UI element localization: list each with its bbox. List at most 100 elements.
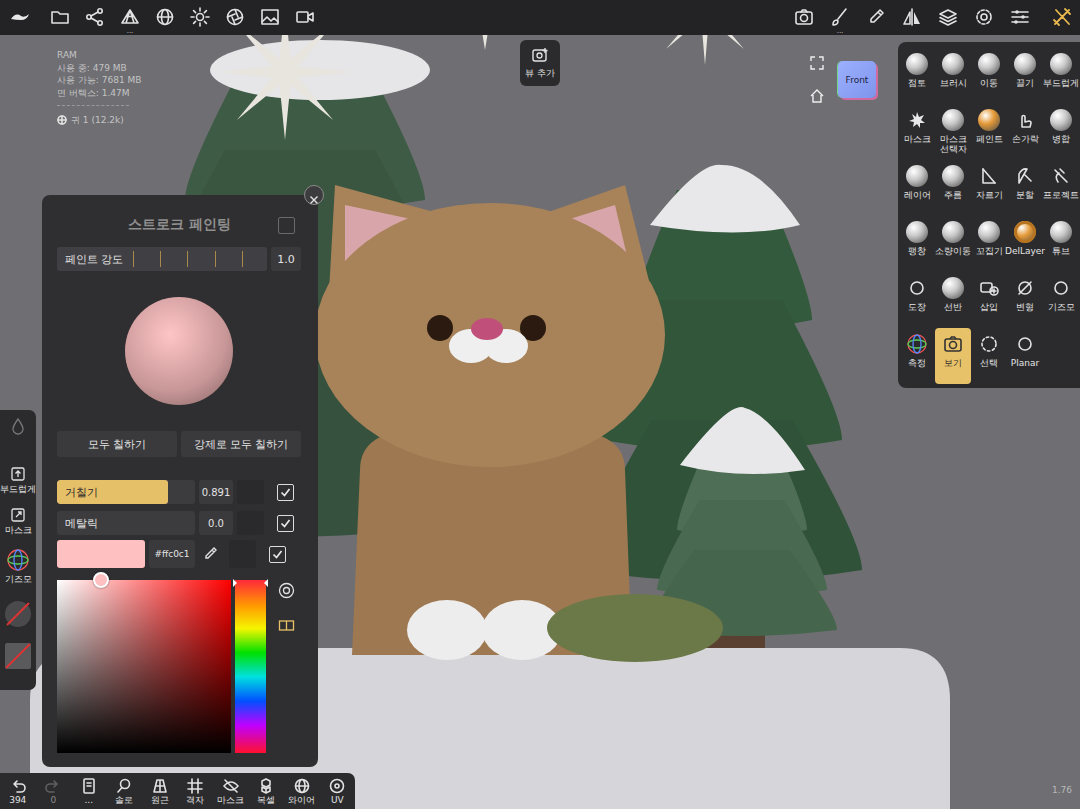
color-hex[interactable]: #ffc0c1 <box>149 540 195 568</box>
tool-button[interactable]: 병합 <box>1043 104 1079 160</box>
toolbar-button[interactable] <box>973 0 995 35</box>
tool-button[interactable]: 프로젝트 <box>1043 160 1079 216</box>
material-value[interactable]: 0.0 <box>199 511 233 535</box>
bottom-toolbar-button[interactable]: 마스크 <box>213 773 249 809</box>
color-picker-knob[interactable] <box>93 572 109 588</box>
side-tool-button[interactable]: 기즈모 <box>5 548 32 585</box>
tool-button[interactable]: 선반 <box>935 272 971 328</box>
bottom-toolbar-label: 394 <box>9 795 26 806</box>
toolbar-button[interactable] <box>294 0 316 35</box>
tool-palette: 점토브러시이동끌기부드럽게마스크마스크 선택자페인트손가락병합레이어주름자르기분… <box>898 42 1080 388</box>
panel-enable-checkbox[interactable] <box>278 217 295 234</box>
mask-tool-icon <box>10 507 26 523</box>
toolbar-button[interactable] <box>9 0 31 35</box>
side-tool-button[interactable]: 마스크 <box>5 507 32 536</box>
side-tool-button[interactable]: 부드럽게 <box>0 466 36 495</box>
tool-button[interactable]: 브러시 <box>935 48 971 104</box>
toolbar-button[interactable]: ... <box>119 0 141 35</box>
tool-button[interactable]: 도장 <box>899 272 935 328</box>
toolbar-button[interactable] <box>154 0 176 35</box>
paint-buttons-row: 모두 칠하기강제로 모두 칠하기 <box>57 431 301 457</box>
tool-button[interactable]: 자르기 <box>971 160 1007 216</box>
bottom-toolbar-button[interactable]: 394 <box>0 773 36 809</box>
tool-button[interactable]: 보기 <box>935 328 971 384</box>
bottom-toolbar-button[interactable]: ... <box>71 773 107 809</box>
tool-button[interactable]: 이동 <box>971 48 1007 104</box>
tool-button[interactable]: 측정 <box>899 328 935 384</box>
material-checkbox[interactable] <box>277 484 294 501</box>
toolbar-button[interactable] <box>1009 0 1031 35</box>
document-icon <box>80 777 98 795</box>
object-row[interactable]: 귀 1 (12.2k) <box>57 114 141 127</box>
home-icon[interactable] <box>809 88 825 104</box>
toolbar-button[interactable] <box>901 0 923 35</box>
tool-button[interactable]: 마스크 <box>899 104 935 160</box>
no-material-square-icon[interactable] <box>3 641 33 671</box>
bottom-toolbar-button[interactable]: UV <box>320 773 356 809</box>
tool-button[interactable]: 부드럽게 <box>1043 48 1079 104</box>
strength-slider[interactable]: 페인트 강도 <box>57 247 267 271</box>
toolbar-button[interactable] <box>865 0 887 35</box>
toolbar-button[interactable]: ... <box>829 0 851 35</box>
bottom-toolbar-button[interactable]: 원근 <box>142 773 178 809</box>
material-slider[interactable]: 거칠기 <box>57 480 195 504</box>
paint-all-button[interactable]: 모두 칠하기 <box>57 431 177 457</box>
view-cube[interactable]: Front <box>838 61 876 98</box>
tool-button[interactable]: 마스크 선택자 <box>935 104 971 160</box>
toolbar-button[interactable] <box>189 0 211 35</box>
material-extra-box[interactable] <box>237 480 264 504</box>
tool-button[interactable]: 꼬집기 <box>971 216 1007 272</box>
tool-button[interactable]: 점토 <box>899 48 935 104</box>
eyedropper-icon[interactable] <box>201 545 219 563</box>
close-panel-button[interactable] <box>304 185 324 205</box>
toolbar-button[interactable] <box>793 0 815 35</box>
sphere-tool-icon <box>1050 221 1072 243</box>
add-view-button[interactable]: 뷰 추가 <box>520 40 560 86</box>
tool-button[interactable]: DelLayer <box>1007 216 1043 272</box>
palette-swap-icon[interactable] <box>278 617 295 634</box>
tool-button[interactable]: 소량이동 <box>935 216 971 272</box>
material-checkbox[interactable] <box>269 546 286 563</box>
tool-button[interactable]: 분할 <box>1007 160 1043 216</box>
sphere-tool-icon <box>942 109 964 131</box>
fullscreen-icon[interactable] <box>809 55 825 71</box>
tool-button[interactable]: 팽창 <box>899 216 935 272</box>
saturation-value-area[interactable] <box>57 580 231 753</box>
bottom-toolbar-button[interactable]: 격자 <box>178 773 214 809</box>
color-swatch[interactable] <box>57 540 145 568</box>
toolbar-button[interactable] <box>1051 0 1073 35</box>
tool-button[interactable]: 기즈모 <box>1043 272 1079 328</box>
material-slider[interactable]: 메탈릭 <box>57 511 195 535</box>
tool-button[interactable]: 끌기 <box>1007 48 1043 104</box>
bottom-toolbar-button[interactable]: 솔로 <box>107 773 143 809</box>
tool-button[interactable]: 튜브 <box>1043 216 1079 272</box>
bottom-toolbar-button[interactable]: 복셀 <box>249 773 285 809</box>
drop-icon[interactable] <box>10 416 26 438</box>
hue-strip[interactable] <box>235 580 266 753</box>
strength-value[interactable]: 1.0 <box>271 247 301 271</box>
tool-button[interactable]: 손가락 <box>1007 104 1043 160</box>
tool-button[interactable]: 삽입 <box>971 272 1007 328</box>
tool-button[interactable]: 주름 <box>935 160 971 216</box>
brush-icon <box>829 6 851 28</box>
target-icon[interactable] <box>278 582 295 599</box>
tool-button[interactable]: 선택 <box>971 328 1007 384</box>
toolbar-button[interactable] <box>937 0 959 35</box>
tool-button[interactable]: Planar <box>1007 328 1043 384</box>
material-checkbox[interactable] <box>277 515 294 532</box>
material-value[interactable]: 0.891 <box>199 480 233 504</box>
paint-all-button[interactable]: 강제로 모두 칠하기 <box>181 431 301 457</box>
toolbar-button[interactable] <box>224 0 246 35</box>
material-extra-box[interactable] <box>229 540 256 568</box>
no-material-sphere-icon[interactable] <box>3 599 33 629</box>
toolbar-button[interactable] <box>84 0 106 35</box>
tool-button[interactable]: 페인트 <box>971 104 1007 160</box>
settings-gear-icon <box>973 6 995 28</box>
toolbar-button[interactable] <box>259 0 281 35</box>
material-extra-box[interactable] <box>237 511 264 535</box>
tool-button[interactable]: 변형 <box>1007 272 1043 328</box>
bottom-toolbar-button[interactable]: 0 <box>36 773 72 809</box>
bottom-toolbar-button[interactable]: 와이어 <box>284 773 320 809</box>
toolbar-button[interactable] <box>49 0 71 35</box>
tool-button[interactable]: 레이어 <box>899 160 935 216</box>
